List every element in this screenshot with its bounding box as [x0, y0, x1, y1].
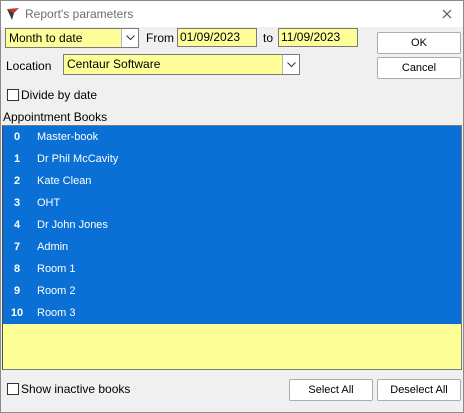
book-number: 9	[13, 285, 21, 297]
chevron-down-icon[interactable]	[121, 29, 138, 47]
book-number: 2	[13, 175, 21, 187]
list-item[interactable]: 10 Room 3	[3, 302, 461, 324]
list-item[interactable]: 2 Kate Clean	[3, 170, 461, 192]
book-name: Admin	[37, 241, 69, 253]
location-value: Centaur Software	[67, 57, 161, 71]
book-name: Dr John Jones	[37, 219, 108, 231]
book-name: Room 3	[37, 307, 76, 319]
from-date-field[interactable]: 01/09/2023	[177, 28, 257, 47]
cancel-button[interactable]: Cancel	[377, 57, 461, 79]
deselect-all-button[interactable]: Deselect All	[377, 379, 461, 401]
book-name: Dr Phil McCavity	[37, 153, 119, 165]
book-number: 4	[13, 219, 21, 231]
list-item[interactable]: 4 Dr John Jones	[3, 214, 461, 236]
divide-by-date-label: Divide by date	[21, 88, 98, 102]
select-all-button[interactable]: Select All	[289, 379, 373, 401]
divide-by-date-checkbox[interactable]: Divide by date	[7, 88, 97, 102]
close-icon	[442, 9, 452, 19]
report-parameters-dialog: Report's parameters Month to date From 0…	[0, 0, 464, 413]
book-number: 7	[13, 241, 21, 253]
appointment-books-label: Appointment Books	[3, 110, 108, 124]
to-date-field[interactable]: 11/09/2023	[278, 28, 358, 47]
book-number: 3	[13, 197, 21, 209]
period-dropdown[interactable]: Month to date	[5, 28, 139, 48]
book-name: Room 1	[37, 263, 76, 275]
book-number: 10	[10, 307, 24, 319]
from-label: From	[146, 31, 174, 45]
period-value: Month to date	[9, 31, 83, 45]
show-inactive-checkbox[interactable]: Show inactive books	[7, 382, 130, 396]
book-name: OHT	[37, 197, 61, 209]
list-item[interactable]: 1 Dr Phil McCavity	[3, 148, 461, 170]
checkbox-box[interactable]	[7, 89, 19, 101]
book-name: Master-book	[37, 131, 99, 143]
window-title: Report's parameters	[25, 7, 134, 21]
list-item[interactable]: 3 OHT	[3, 192, 461, 214]
list-item[interactable]: 7 Admin	[3, 236, 461, 258]
show-inactive-label: Show inactive books	[21, 382, 131, 396]
location-dropdown[interactable]: Centaur Software	[63, 54, 300, 75]
list-item[interactable]: 9 Room 2	[3, 280, 461, 302]
close-button[interactable]	[435, 2, 459, 26]
to-label: to	[263, 31, 274, 45]
book-name: Kate Clean	[37, 175, 92, 187]
list-item[interactable]: 0 Master-book	[3, 126, 461, 148]
list-item[interactable]: 8 Room 1	[3, 258, 461, 280]
book-name: Room 2	[37, 285, 76, 297]
book-number: 0	[13, 131, 21, 143]
title-bar: Report's parameters	[1, 1, 463, 27]
app-logo-icon	[6, 7, 21, 21]
book-number: 8	[13, 263, 21, 275]
checkbox-box[interactable]	[7, 383, 19, 395]
chevron-down-icon[interactable]	[282, 55, 299, 74]
ok-button[interactable]: OK	[377, 32, 461, 54]
appointment-books-list[interactable]: 0 Master-book 1 Dr Phil McCavity 2 Kate Clean…	[2, 125, 462, 370]
location-label: Location	[6, 59, 52, 73]
book-number: 1	[13, 153, 21, 165]
